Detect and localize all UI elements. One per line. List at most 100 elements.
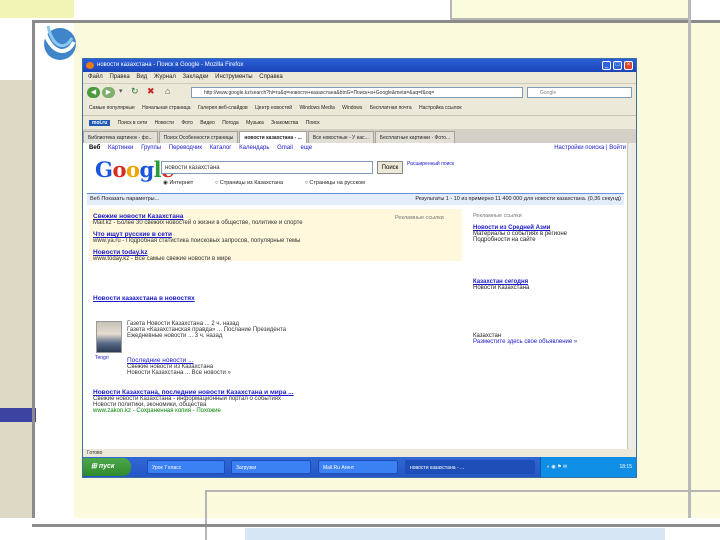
toolbar-item[interactable]: Музыка (246, 120, 264, 126)
bookmark-item[interactable]: Настройка ссылок (419, 105, 462, 111)
result-url[interactable]: www.zakon.kz - Сохраненная копия - Похож… (93, 408, 294, 414)
thumb-caption[interactable]: Tengri (95, 355, 109, 361)
status-bar: Готово (83, 449, 636, 457)
tray-icons[interactable]: ◐ ◉ ⚑ ✉ (547, 457, 567, 477)
browser-tab[interactable]: Все новостные - У нас... (307, 131, 374, 143)
search-scope-radios: ◉ Интернет ○ Страницы из Казахстана ○ Ст… (163, 180, 385, 186)
clock: 18:15 (619, 464, 632, 470)
start-button[interactable]: ⊞ пуск (83, 458, 131, 476)
snippet-line: Ежедневные новости ... 3 ч. назад (127, 333, 223, 339)
results-count: Результаты 1 - 10 из примерно 11 400 000… (415, 196, 621, 202)
browser-tab[interactable]: Библиотека картинок - фо... (83, 131, 158, 143)
result-item: Новости казахстана в новостях (93, 295, 195, 302)
browser-tab[interactable]: Бесплатные картинки - Фото... (374, 131, 455, 143)
ad-title-link[interactable]: Свежие новости Казахстана (93, 213, 303, 220)
forward-arrow-icon[interactable]: ▶ (102, 87, 115, 98)
bookmark-item[interactable]: Бесплатная почта (370, 105, 412, 111)
ad-result: Свежие новости Казахстана Mail.kz - Боле… (93, 213, 303, 226)
menu-tools[interactable]: Инструменты (215, 74, 252, 80)
results-stats-bar: Веб Показать параметры... Результаты 1 -… (87, 193, 624, 205)
google-link[interactable]: Переводчик (169, 145, 202, 151)
place-ad-link[interactable]: Разместите здесь свое объявление » (473, 339, 577, 345)
advanced-search-link[interactable]: Расширенный поиск (407, 161, 467, 167)
sidebar-ads-label: Рекламные ссылки (473, 213, 522, 219)
menu-bookmarks[interactable]: Закладки (183, 74, 209, 80)
ad-title-link[interactable]: Что ищут русские в сети (93, 231, 301, 238)
maximize-button[interactable]: □ (613, 61, 622, 70)
search-input[interactable]: Google (527, 87, 632, 98)
google-link[interactable]: Календарь (239, 145, 269, 151)
result-item: Последние новости ... Свежие новости из … (127, 357, 231, 376)
windows-taskbar: ⊞ пуск Урок 7 класс Загрузки Mail.Ru Аге… (83, 457, 636, 477)
result-title-link[interactable]: Последние новости ... (127, 357, 231, 364)
menu-edit[interactable]: Правка (109, 74, 129, 80)
browser-window: новости казахстана - Поиск в Google - Mo… (82, 58, 637, 478)
links-bar: Самые популярные Начальная страница Гале… (83, 101, 636, 115)
slide-frame-line (32, 20, 35, 540)
toolbar-item[interactable]: Новости (155, 120, 174, 126)
sidebar-ad: Казахстан Разместите здесь свое объявлен… (473, 333, 577, 345)
toolbar-item[interactable]: Фото (181, 120, 193, 126)
result-title-link[interactable]: Новости Казахстана, последние новости Ка… (93, 389, 294, 396)
result-snippet: Газета Новости Казахстана ... 2 ч. назад… (127, 321, 286, 339)
google-settings-link[interactable]: Настройки поиска | Войти (554, 145, 626, 151)
bookmark-item[interactable]: Центр новостей (255, 105, 292, 111)
google-link[interactable]: Группы (141, 145, 161, 151)
google-link[interactable]: Веб (89, 145, 100, 151)
ad-text: Mail.kz - Более 30 свежих новостей о жиз… (93, 220, 303, 226)
slide-frame-line (32, 524, 720, 527)
ads-label: Рекламные ссылки (395, 215, 444, 221)
browser-tab[interactable]: Поиск Особенности страницы (158, 131, 239, 143)
toolbar-item[interactable]: Погода (222, 120, 238, 126)
result-title-link[interactable]: Новости казахстана в новостях (93, 295, 195, 302)
toolbar-item[interactable]: Видео (200, 120, 215, 126)
radio-russian[interactable]: ○ Страницы на русском (305, 180, 375, 186)
menu-bar: Файл Правка Вид Журнал Закладки Инструме… (83, 72, 636, 83)
ad-result: Что ищут русские в сети www.ya.ru - Подр… (93, 231, 301, 244)
reload-icon[interactable]: ↻ (131, 86, 139, 97)
search-button[interactable]: Поиск (377, 161, 403, 174)
menu-file[interactable]: Файл (88, 74, 103, 80)
back-arrow-icon[interactable]: ◀ (87, 87, 100, 98)
minimize-button[interactable]: _ (602, 61, 611, 70)
dropdown-chevron-icon[interactable]: ▾ (119, 87, 123, 95)
google-link[interactable]: Gmail (277, 145, 293, 151)
taskbar-item[interactable]: Загрузки (231, 460, 311, 474)
menu-history[interactable]: Журнал (154, 74, 176, 80)
bookmark-item[interactable]: Windows (342, 105, 362, 111)
toolbar-item[interactable]: moi.ru (89, 120, 111, 126)
toolbar-item[interactable]: Поиск (306, 120, 320, 126)
taskbar-item[interactable]: Mail.Ru Агент (318, 460, 398, 474)
radio-internet[interactable]: ◉ Интернет (163, 180, 203, 186)
bookmark-item[interactable]: Самые популярные (89, 105, 135, 111)
google-top-links: Веб Картинки Группы Переводчик Каталог К… (89, 145, 318, 151)
home-icon[interactable]: ⌂ (165, 86, 170, 96)
moi-toolbar: moi.ru Поиск в сети Новости Фото Видео П… (83, 115, 636, 130)
menu-help[interactable]: Справка (259, 74, 283, 80)
taskbar-item[interactable]: Урок 7 класс (147, 460, 225, 474)
radio-kazakhstan[interactable]: ○ Страницы из Казахстана (215, 180, 293, 186)
close-button[interactable]: × (624, 61, 633, 70)
stop-icon[interactable]: ✖ (147, 86, 155, 97)
menu-view[interactable]: Вид (136, 74, 147, 80)
query-input[interactable]: новости казахстана (161, 161, 373, 174)
google-link[interactable]: Каталог (210, 145, 232, 151)
show-options-link[interactable]: Веб Показать параметры... (90, 194, 159, 205)
slide-bottom-accent (245, 528, 665, 540)
bookmark-item[interactable]: Windows Media (299, 105, 334, 111)
slide-frame-line (32, 20, 720, 23)
swoosh-logo-icon (42, 25, 76, 60)
window-title: новости казахстана - Поиск в Google - Mo… (97, 62, 244, 68)
browser-tab-active[interactable]: новости казахстана - ... (239, 131, 307, 143)
toolbar-item[interactable]: Знакомства (271, 120, 298, 126)
google-link[interactable]: еще (300, 145, 312, 151)
news-photo-thumbnail[interactable] (96, 321, 122, 353)
url-input[interactable]: http://www.google.kz/search?hl=ru&q=ново… (191, 87, 523, 98)
vertical-scrollbar[interactable] (627, 143, 636, 449)
taskbar-item-active[interactable]: новости казахстана - ... (405, 460, 535, 474)
google-link[interactable]: Картинки (108, 145, 133, 151)
bookmark-item[interactable]: Галерея веб-слайдов (198, 105, 248, 111)
ad-title-link[interactable]: Новости today.kz (93, 249, 231, 256)
toolbar-item[interactable]: Поиск в сети (118, 120, 148, 126)
bookmark-item[interactable]: Начальная страница (142, 105, 190, 111)
